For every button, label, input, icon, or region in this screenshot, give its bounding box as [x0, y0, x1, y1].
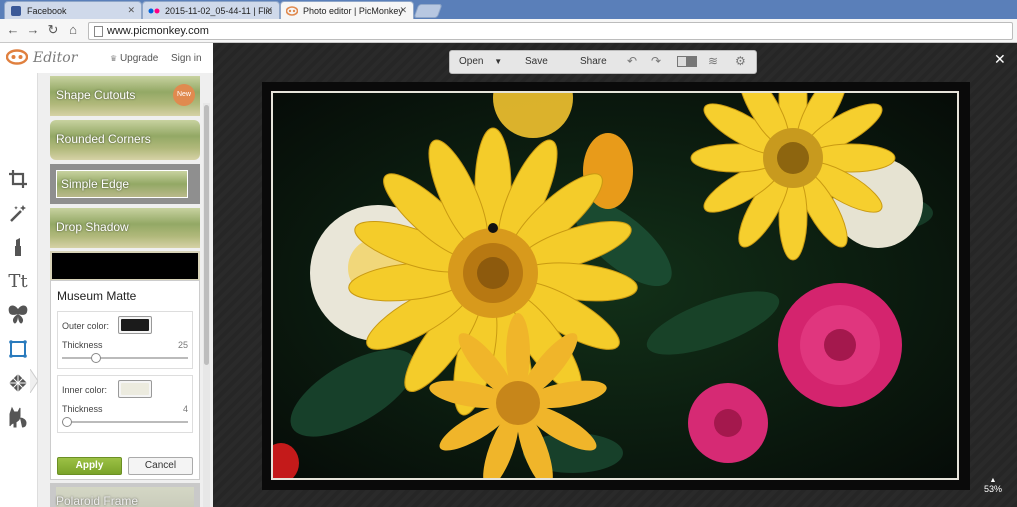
- forward-icon[interactable]: →: [24, 22, 42, 37]
- outer-thickness-label: Thickness: [62, 340, 103, 350]
- frames-effect-list: Shape Cutouts New Rounded Corners Simple…: [38, 73, 213, 507]
- sign-in-link[interactable]: Sign in: [171, 53, 202, 64]
- editor-left-panel: Editor ♛ Upgrade Sign in Tt Shape Cutout…: [0, 43, 213, 507]
- tab-facebook[interactable]: Facebook ✕: [4, 1, 142, 19]
- effect-museum-matte-thumbnail: [50, 251, 200, 281]
- upgrade-link[interactable]: ♛ Upgrade: [110, 53, 158, 64]
- effects-scrollbar[interactable]: [203, 103, 210, 507]
- effect-label: Simple Edge: [61, 177, 130, 191]
- chevron-up-icon: ▲: [989, 477, 997, 484]
- back-icon[interactable]: ←: [4, 22, 22, 37]
- inner-color-swatch[interactable]: [118, 380, 152, 398]
- effect-label: Rounded Corners: [56, 132, 151, 146]
- undo-icon[interactable]: ↶: [627, 54, 637, 68]
- text-tool-icon[interactable]: Tt: [6, 269, 30, 293]
- tab-picmonkey[interactable]: Photo editor | PicMonkey ✕: [280, 1, 414, 19]
- picmonkey-logo-icon: [6, 49, 28, 65]
- outer-thickness-value: 25: [177, 340, 188, 350]
- magic-wand-icon[interactable]: [6, 201, 30, 225]
- close-tab-icon[interactable]: ✕: [399, 5, 407, 16]
- compare-icon[interactable]: [677, 56, 697, 70]
- flower-photo: [273, 93, 957, 478]
- themes-cat-icon[interactable]: [6, 405, 30, 429]
- open-button[interactable]: Open ▼: [459, 56, 502, 67]
- flickr-icon: [148, 6, 160, 16]
- tab-flickr[interactable]: 2015-11-02_05-44-11 | Flic ✕: [142, 1, 280, 19]
- home-icon[interactable]: ⌂: [64, 22, 82, 37]
- zoom-indicator[interactable]: ▲ 53%: [984, 477, 1002, 494]
- chevron-down-icon: ▼: [494, 57, 503, 66]
- outer-color-fill: [121, 319, 149, 331]
- outer-color-swatch[interactable]: [118, 316, 152, 334]
- photo-frame: [262, 82, 970, 490]
- gear-icon[interactable]: ⚙: [735, 54, 746, 68]
- reload-icon[interactable]: ↻: [44, 22, 62, 38]
- textures-icon[interactable]: [6, 371, 30, 395]
- page-icon: [94, 26, 103, 37]
- effect-label: Drop Shadow: [56, 220, 129, 234]
- url-text: www.picmonkey.com: [107, 25, 209, 37]
- save-button[interactable]: Save: [525, 56, 548, 67]
- url-field[interactable]: www.picmonkey.com: [88, 22, 1013, 40]
- effect-label: Polaroid Frame: [56, 494, 139, 507]
- apply-button[interactable]: Apply: [57, 457, 122, 475]
- close-tab-icon[interactable]: ✕: [127, 5, 135, 16]
- crown-icon: ♛: [110, 54, 118, 63]
- browser-tab-bar: Facebook ✕ 2015-11-02_05-44-11 | Flic ✕ …: [0, 0, 1017, 19]
- cancel-button[interactable]: Cancel: [128, 457, 193, 475]
- slider-handle[interactable]: [62, 417, 72, 427]
- editor-title: Editor: [33, 50, 78, 66]
- slider-handle[interactable]: [91, 353, 101, 363]
- close-icon[interactable]: ✕: [994, 51, 1006, 68]
- share-button[interactable]: Share: [580, 56, 607, 67]
- photo-canvas[interactable]: [271, 91, 959, 480]
- inner-thickness-label: Thickness: [62, 404, 103, 414]
- effect-thumbnail: Simple Edge: [56, 170, 188, 198]
- inner-color-fill: [121, 383, 149, 395]
- museum-matte-panel: Museum Matte Outer color: Thickness 25 I…: [50, 280, 200, 480]
- new-badge: New: [173, 84, 195, 106]
- picmonkey-icon: [286, 6, 298, 16]
- editor-header: Editor ♛ Upgrade Sign in: [0, 43, 213, 73]
- redo-icon[interactable]: ↷: [651, 54, 661, 68]
- close-tab-icon[interactable]: ✕: [265, 5, 273, 16]
- lipstick-icon[interactable]: [6, 235, 30, 259]
- inner-thickness-slider[interactable]: [62, 417, 188, 427]
- tab-label: 2015-11-02_05-44-11 | Flic: [165, 6, 273, 16]
- effect-drop-shadow[interactable]: Drop Shadow: [50, 208, 200, 248]
- outer-settings: Outer color: Thickness 25: [57, 311, 193, 369]
- inner-thickness-value: 4: [182, 404, 188, 414]
- scrollbar-thumb[interactable]: [204, 105, 209, 365]
- editor-toolbar: Open ▼ Save Share ↶ ↷ ≋ ⚙: [449, 50, 757, 74]
- effect-label: Shape Cutouts: [56, 88, 136, 102]
- photo-workspace: Open ▼ Save Share ↶ ↷ ≋ ⚙ ✕ ▲ 53%: [213, 43, 1017, 507]
- inner-settings: Inner color: Thickness 4: [57, 375, 193, 433]
- tab-label: Facebook: [27, 6, 67, 16]
- effect-polaroid-frame[interactable]: Polaroid Frame: [50, 483, 200, 507]
- outer-color-label: Outer color:: [62, 321, 110, 331]
- upgrade-label: Upgrade: [119, 53, 159, 64]
- effect-rounded-corners[interactable]: Rounded Corners: [50, 120, 200, 160]
- panel-title: Museum Matte: [57, 289, 137, 303]
- open-label: Open: [459, 56, 484, 67]
- outer-thickness-slider[interactable]: [62, 353, 188, 363]
- crop-icon[interactable]: [6, 167, 30, 191]
- zoom-value: 53%: [984, 484, 1003, 494]
- tab-label: Photo editor | PicMonkey: [303, 6, 403, 16]
- effect-simple-edge[interactable]: Simple Edge: [50, 164, 200, 204]
- facebook-icon: [11, 6, 21, 16]
- layers-icon[interactable]: ≋: [708, 54, 718, 68]
- tool-column: Tt: [0, 73, 39, 507]
- frames-icon[interactable]: [6, 337, 30, 361]
- address-bar: ← → ↻ ⌂ www.picmonkey.com: [0, 19, 1017, 43]
- inner-color-label: Inner color:: [62, 385, 108, 395]
- new-tab-button[interactable]: [413, 4, 443, 18]
- effect-shape-cutouts[interactable]: Shape Cutouts New: [50, 76, 200, 116]
- butterfly-icon[interactable]: [6, 303, 30, 327]
